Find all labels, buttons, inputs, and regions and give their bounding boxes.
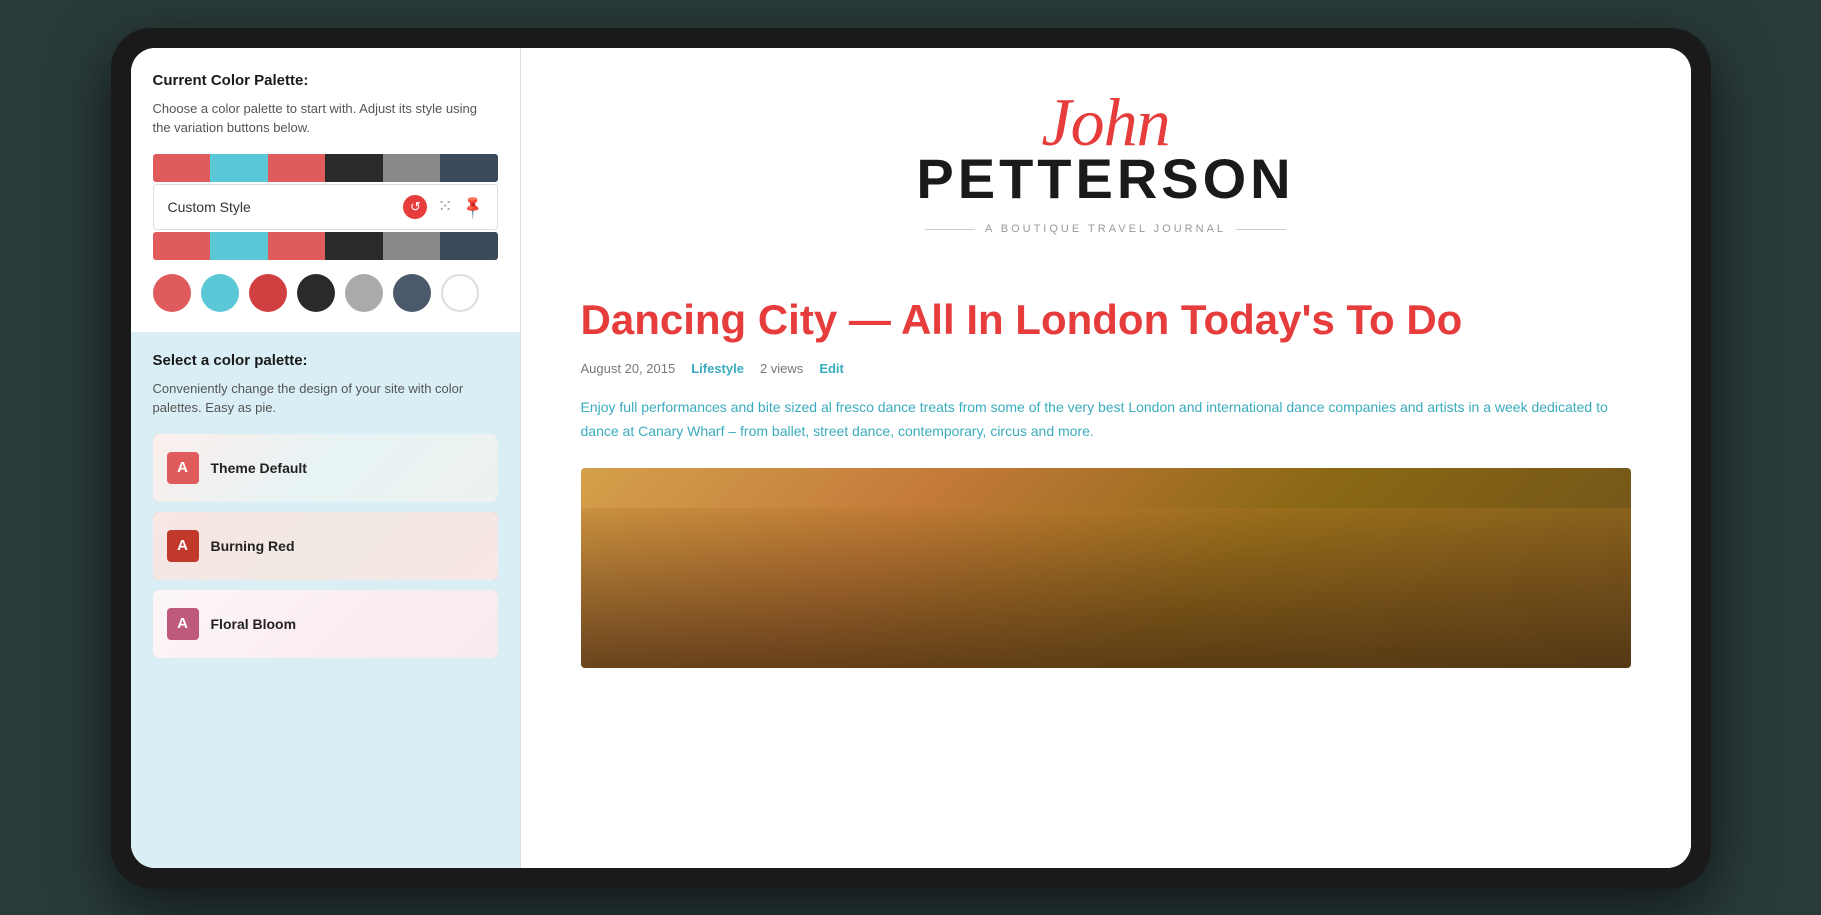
- color-seg-4: [325, 154, 383, 182]
- color-seg-b6: [440, 232, 498, 260]
- color-seg-2: [210, 154, 268, 182]
- article-title: Dancing City — All In London Today's To …: [581, 295, 1631, 345]
- panel-title: Current Color Palette:: [153, 72, 498, 89]
- palette-label-box-floral: A Floral Bloom: [153, 590, 498, 658]
- tagline-line-left: [925, 229, 975, 230]
- blog-header: John PETTERSON A BOUTIQUE TRAVEL JOURNAL: [581, 88, 1631, 256]
- palette-item-default[interactable]: A Theme Default: [153, 434, 498, 502]
- dot-white[interactable]: [441, 274, 479, 312]
- meta-views: 2 views: [760, 361, 803, 376]
- color-bar-bottom: [153, 232, 498, 260]
- reset-icon[interactable]: ↺: [403, 195, 427, 219]
- color-seg-b3: [268, 232, 326, 260]
- color-bar-top: [153, 154, 498, 182]
- tablet-inner: Current Color Palette: Choose a color pa…: [131, 48, 1691, 868]
- dot-dark-blue[interactable]: [393, 274, 431, 312]
- palette-label-box-default: A Theme Default: [153, 434, 498, 502]
- tagline-line-right: [1236, 229, 1286, 230]
- color-seg-6: [440, 154, 498, 182]
- color-seg-b4: [325, 232, 383, 260]
- palette-label-box-burning: A Burning Red: [153, 512, 498, 580]
- select-palette-section: Select a color palette: Conveniently cha…: [131, 332, 520, 868]
- color-seg-b2: [210, 232, 268, 260]
- dot-gray[interactable]: [345, 274, 383, 312]
- dot-black[interactable]: [297, 274, 335, 312]
- custom-style-label: Custom Style: [168, 199, 251, 215]
- palette-letter-floral: A: [167, 608, 199, 640]
- color-seg-b5: [383, 232, 441, 260]
- color-seg-b1: [153, 232, 211, 260]
- select-palette-desc: Conveniently change the design of your s…: [153, 379, 498, 418]
- color-seg-5: [383, 154, 441, 182]
- blog-name-bold: PETTERSON: [581, 148, 1631, 210]
- tagline-text: A BOUTIQUE TRAVEL JOURNAL: [985, 223, 1226, 235]
- meta-category[interactable]: Lifestyle: [691, 361, 744, 376]
- crowd-overlay: [581, 508, 1631, 668]
- panel-description: Choose a color palette to start with. Ad…: [153, 99, 498, 138]
- palette-item-floral[interactable]: A Floral Bloom: [153, 590, 498, 658]
- dot-dark-red[interactable]: [249, 274, 287, 312]
- meta-edit[interactable]: Edit: [819, 361, 844, 376]
- blog-name-script: John: [581, 88, 1631, 156]
- palette-list: A Theme Default A Burning Red: [153, 434, 498, 658]
- custom-style-icons: ↺ ⁙ 📌: [403, 195, 482, 219]
- palette-name-default: Theme Default: [211, 460, 307, 476]
- dot-cyan[interactable]: [201, 274, 239, 312]
- palette-name-floral: Floral Bloom: [211, 616, 297, 632]
- blog-preview-panel: John PETTERSON A BOUTIQUE TRAVEL JOURNAL…: [521, 48, 1691, 868]
- color-seg-1: [153, 154, 211, 182]
- left-panel: Current Color Palette: Choose a color pa…: [131, 48, 521, 868]
- blog-tagline: A BOUTIQUE TRAVEL JOURNAL: [581, 223, 1631, 235]
- people-icon[interactable]: ⁙: [437, 196, 452, 217]
- dot-red[interactable]: [153, 274, 191, 312]
- meta-date: August 20, 2015: [581, 361, 676, 376]
- article-excerpt: Enjoy full performances and bite sized a…: [581, 396, 1631, 444]
- color-dots-row: [153, 274, 498, 312]
- article-image: [581, 468, 1631, 668]
- color-seg-3: [268, 154, 326, 182]
- pin-icon[interactable]: 📌: [458, 192, 486, 220]
- palette-letter-default: A: [167, 452, 199, 484]
- palette-letter-burning: A: [167, 530, 199, 562]
- palette-name-burning: Burning Red: [211, 538, 295, 554]
- article-meta: August 20, 2015 Lifestyle 2 views Edit: [581, 361, 1631, 376]
- custom-style-box[interactable]: Custom Style ↺ ⁙ 📌: [153, 184, 498, 230]
- palette-item-burning[interactable]: A Burning Red: [153, 512, 498, 580]
- tablet-frame: Current Color Palette: Choose a color pa…: [111, 28, 1711, 888]
- color-palette-section: Current Color Palette: Choose a color pa…: [131, 48, 520, 332]
- select-palette-title: Select a color palette:: [153, 352, 498, 369]
